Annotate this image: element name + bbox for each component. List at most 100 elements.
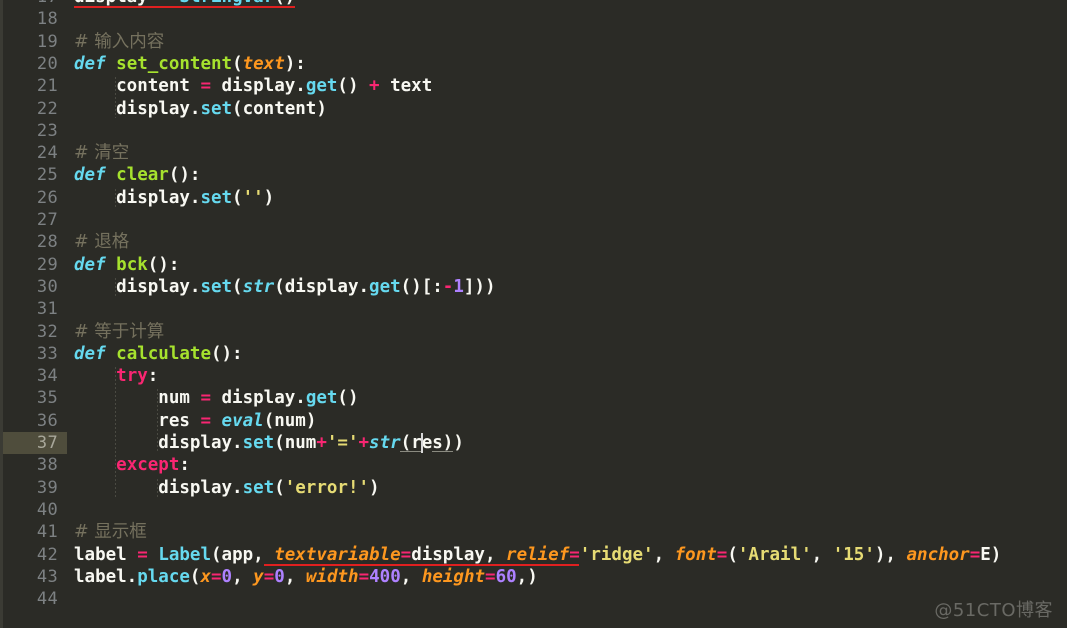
code-line[interactable]: def set_content(text): [74,53,306,75]
code-token: set [242,477,275,498]
code-line[interactable]: res = eval(num) [74,410,316,432]
code-token: ()[: [400,276,443,297]
line-number[interactable]: 24 [0,142,68,164]
code-token: display. [210,76,306,97]
code-token: (content) [232,98,327,119]
code-line[interactable]: except: [74,454,190,476]
line-number[interactable]: 41 [0,521,68,543]
line-number[interactable]: 26 [0,187,68,209]
line-number[interactable]: 19 [0,31,68,53]
code-token: set [200,98,233,119]
code-line[interactable]: display.set(str(display.get()[:-1])) [74,276,495,298]
code-token: display, [411,544,507,565]
code-token: try [116,366,148,387]
code-token: str [242,276,275,297]
occurrence-underline [400,451,422,453]
text-caret [421,433,424,454]
code-token: num [74,388,201,409]
line-number[interactable]: 20 [0,53,68,75]
code-token: set [200,187,233,208]
error-underline-line-42 [263,563,580,566]
line-number[interactable]: 23 [0,120,68,142]
line-number[interactable]: 44 [0,588,68,610]
line-number[interactable]: 36 [0,410,68,432]
line-number[interactable]: 28 [0,231,68,253]
line-number-active[interactable]: 37 [0,432,68,455]
code-line[interactable]: display.set('error!') [74,477,380,499]
code-token: display. [210,388,306,409]
line-number[interactable]: 40 [0,499,68,521]
line-number[interactable]: 43 [0,566,68,588]
code-token: () [337,76,370,97]
code-token: ( [727,544,738,565]
code-token: '=' [326,433,359,453]
line-number[interactable]: 17 [0,0,68,8]
code-line[interactable]: label.place(x=0, y=0, width=400, height=… [74,566,538,588]
code-line[interactable]: display.set('') [74,187,274,209]
code-line[interactable]: label = Label(app, textvariable=display,… [74,544,1001,566]
line-number[interactable]: 27 [0,209,68,231]
code-line[interactable]: # 等于计算 [74,321,164,343]
code-content-area[interactable]: display = StringVar()# 输入内容def set_conte… [68,0,1067,628]
code-token: # 退格 [74,232,130,253]
code-token: = [200,388,211,409]
line-number-gutter[interactable]: 1718192021222324252627282930313233343536… [0,0,68,628]
code-token: display. [74,433,243,453]
code-token: # 输入内容 [74,31,165,52]
code-line[interactable]: def bck(): [74,254,179,276]
line-number[interactable]: 22 [0,98,68,120]
code-token: ( [274,477,285,498]
code-token: 'Arail' [737,544,812,565]
code-line[interactable]: # 退格 [74,231,129,253]
line-number[interactable]: 39 [0,477,68,499]
code-token: = [137,544,148,565]
code-token: 0 [274,566,285,587]
code-line[interactable]: def clear(): [74,164,200,186]
code-token: = [969,544,981,565]
line-number[interactable]: 29 [0,254,68,276]
code-line[interactable]: # 显示框 [74,521,147,543]
line-number[interactable]: 34 [0,365,68,387]
code-token: , [284,566,306,587]
code-token: ): [284,53,306,74]
code-token: except [116,455,180,476]
code-token: label. [74,566,138,587]
line-number[interactable]: 33 [0,343,68,365]
code-line[interactable]: num = display.get() [74,387,358,409]
code-line[interactable]: # 输入内容 [74,31,164,53]
code-token: 400 [369,566,401,587]
code-line[interactable]: try: [74,365,158,387]
line-number[interactable]: 42 [0,544,68,566]
code-token: ) [369,477,380,498]
line-number[interactable]: 25 [0,164,68,186]
code-token: (): [168,165,201,186]
code-editor[interactable]: 1718192021222324252627282930313233343536… [0,0,1067,628]
line-number[interactable]: 31 [0,298,68,320]
line-number[interactable]: 35 [0,387,68,409]
code-token: eval [221,410,264,431]
code-token: # 等于计算 [74,321,165,342]
code-token: relief [506,544,570,565]
code-token: get [305,388,338,409]
code-token: width [305,566,359,587]
code-token: : [147,366,159,387]
code-token: '15' [832,544,875,565]
code-line[interactable]: # 清空 [74,142,129,164]
code-token: font [674,544,717,565]
code-line[interactable]: def calculate(): [74,343,243,365]
code-token: Label [158,544,211,565]
line-number[interactable]: 21 [0,75,68,97]
line-number[interactable]: 38 [0,454,68,476]
line-number[interactable]: 30 [0,276,68,298]
code-token: 'ridge' [579,544,654,565]
line-number[interactable]: 32 [0,321,68,343]
code-line[interactable]: display.set(content) [74,98,327,120]
code-token: set [242,433,275,453]
code-token: def [74,165,106,186]
code-line[interactable]: content = display.get() + text [74,75,432,97]
line-number[interactable]: 18 [0,8,68,30]
code-token: y [253,566,264,587]
